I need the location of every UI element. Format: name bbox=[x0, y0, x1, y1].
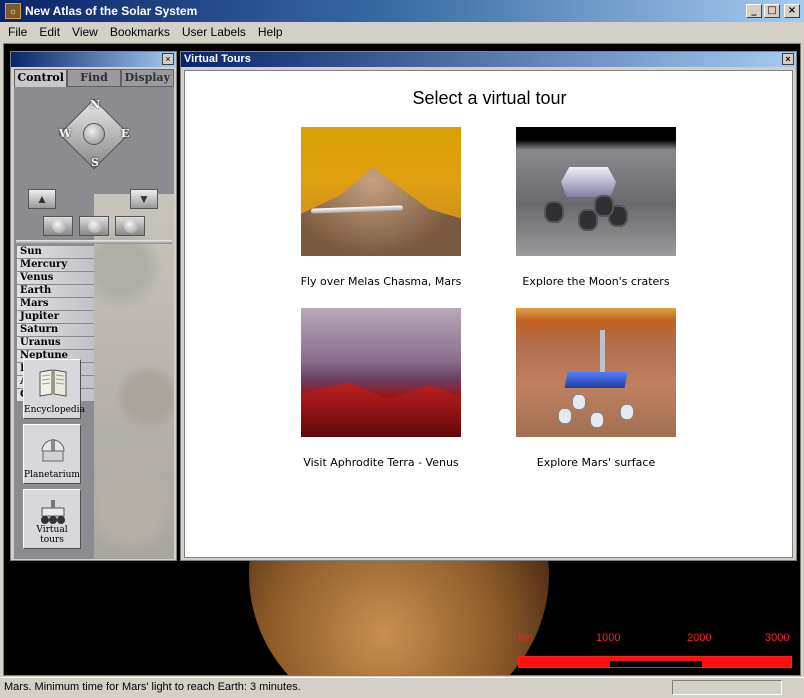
tab-find[interactable]: Find bbox=[67, 69, 121, 87]
encyclopedia-button[interactable]: Encyclopedia bbox=[23, 359, 85, 419]
tab-display[interactable]: Display bbox=[120, 69, 174, 87]
window-title: New Atlas of the Solar System bbox=[25, 4, 198, 18]
window-title-bar: ☼ New Atlas of the Solar System _ □ × bbox=[0, 0, 804, 22]
virtual-tours-label: Virtual tours bbox=[36, 525, 68, 545]
scale-tick-3000: 3000 bbox=[765, 632, 790, 644]
compass-center-button[interactable] bbox=[83, 123, 105, 145]
tour-caption[interactable]: Fly over Melas Chasma, Mars bbox=[276, 275, 486, 288]
body-item-jupiter[interactable]: Jupiter bbox=[17, 311, 94, 324]
tab-control[interactable]: Control bbox=[14, 69, 68, 87]
virtual-tours-button[interactable]: Virtual tours bbox=[23, 489, 81, 549]
tour-caption[interactable]: Visit Aphrodite Terra - Venus bbox=[276, 456, 486, 469]
compass-north[interactable]: N bbox=[90, 98, 100, 111]
tour-melas-chasma[interactable]: Fly over Melas Chasma, Mars bbox=[276, 127, 486, 288]
tour-thumbnail-aphrodite-terra[interactable] bbox=[301, 308, 461, 437]
zoom-up-button[interactable]: ▲ bbox=[28, 189, 56, 209]
body-item-earth[interactable]: Earth bbox=[17, 285, 94, 298]
encyclopedia-label: Encyclopedia bbox=[24, 405, 85, 415]
menu-view[interactable]: View bbox=[66, 25, 104, 39]
moon-surface-background bbox=[94, 194, 174, 559]
virtual-tours-window: Virtual Tours × Select a virtual tour Fl… bbox=[180, 51, 797, 561]
scale-tick-1000: 1000 bbox=[596, 632, 621, 644]
view-button-1[interactable] bbox=[43, 216, 73, 236]
scale-unit: km bbox=[518, 632, 533, 644]
tour-mars-surface[interactable]: Explore Mars' surface bbox=[491, 308, 701, 469]
maximize-button[interactable]: □ bbox=[764, 4, 780, 18]
arrow-down-icon: ▼ bbox=[138, 192, 150, 206]
compass-south[interactable]: S bbox=[91, 156, 99, 169]
menu-bar: File Edit View Bookmarks User Labels Hel… bbox=[0, 22, 804, 42]
tour-caption[interactable]: Explore Mars' surface bbox=[491, 456, 701, 469]
body-item-saturn[interactable]: Saturn bbox=[17, 324, 94, 337]
planetarium-label: Planetarium bbox=[24, 470, 80, 480]
body-item-uranus[interactable]: Uranus bbox=[17, 337, 94, 350]
scale-bar-graphic bbox=[518, 656, 792, 668]
view-button-3[interactable] bbox=[115, 216, 145, 236]
virtual-tours-title-bar[interactable]: Virtual Tours × bbox=[181, 52, 796, 67]
tour-thumbnail-mars-surface[interactable] bbox=[516, 308, 676, 437]
menu-edit[interactable]: Edit bbox=[33, 25, 66, 39]
virtual-tours-heading: Select a virtual tour bbox=[412, 88, 567, 108]
book-icon bbox=[39, 369, 67, 397]
menu-file[interactable]: File bbox=[2, 25, 33, 39]
virtual-tours-title: Virtual Tours bbox=[184, 53, 251, 65]
status-text: Mars. Minimum time for Mars' light to re… bbox=[4, 681, 301, 693]
zoom-down-button[interactable]: ▼ bbox=[130, 189, 158, 209]
tour-aphrodite-terra[interactable]: Visit Aphrodite Terra - Venus bbox=[276, 308, 486, 469]
view-button-2[interactable] bbox=[79, 216, 109, 236]
minimize-button[interactable]: _ bbox=[746, 4, 762, 18]
body-item-mercury[interactable]: Mercury bbox=[17, 259, 94, 272]
menu-user-labels[interactable]: User Labels bbox=[176, 25, 252, 39]
control-panel-tabs: Control Find Display bbox=[14, 69, 174, 87]
arrow-up-icon: ▲ bbox=[36, 192, 48, 206]
control-divider bbox=[16, 240, 172, 244]
planetarium-button[interactable]: Planetarium bbox=[23, 424, 81, 484]
body-item-sun[interactable]: Sun bbox=[17, 246, 94, 259]
compass-control[interactable]: N S E W bbox=[58, 98, 129, 170]
virtual-tours-close-icon[interactable]: × bbox=[782, 53, 794, 65]
tour-thumbnail-melas-chasma[interactable] bbox=[301, 127, 461, 256]
tour-thumbnail-moon-craters[interactable] bbox=[516, 127, 676, 256]
observatory-dome-icon bbox=[41, 439, 65, 462]
control-panel-title-bar[interactable]: × bbox=[11, 52, 176, 67]
menu-bookmarks[interactable]: Bookmarks bbox=[104, 25, 176, 39]
compass-east[interactable]: E bbox=[121, 127, 129, 140]
compass-west[interactable]: W bbox=[59, 127, 71, 140]
status-bar: Mars. Minimum time for Mars' light to re… bbox=[0, 677, 804, 698]
close-button[interactable]: × bbox=[784, 4, 800, 18]
tour-moon-craters[interactable]: Explore the Moon's craters bbox=[491, 127, 701, 288]
atlas-app-icon: ☼ bbox=[5, 3, 21, 19]
status-pane bbox=[672, 680, 782, 695]
body-item-mars[interactable]: Mars bbox=[17, 298, 94, 311]
control-panel-close-icon[interactable]: × bbox=[162, 53, 174, 65]
rover-icon bbox=[41, 500, 65, 524]
control-panel: × Control Find Display N S E W ▲ ▼ Sun M… bbox=[10, 51, 177, 561]
virtual-tours-content: Select a virtual tour Fly over Melas Cha… bbox=[184, 70, 793, 558]
distance-scale-bar: km 1000 2000 3000 bbox=[516, 629, 796, 673]
menu-help[interactable]: Help bbox=[252, 25, 289, 39]
scale-tick-2000: 2000 bbox=[687, 632, 712, 644]
tour-caption[interactable]: Explore the Moon's craters bbox=[491, 275, 701, 288]
control-panel-body: Control Find Display N S E W ▲ ▼ Sun Mer… bbox=[14, 69, 174, 559]
body-item-venus[interactable]: Venus bbox=[17, 272, 94, 285]
